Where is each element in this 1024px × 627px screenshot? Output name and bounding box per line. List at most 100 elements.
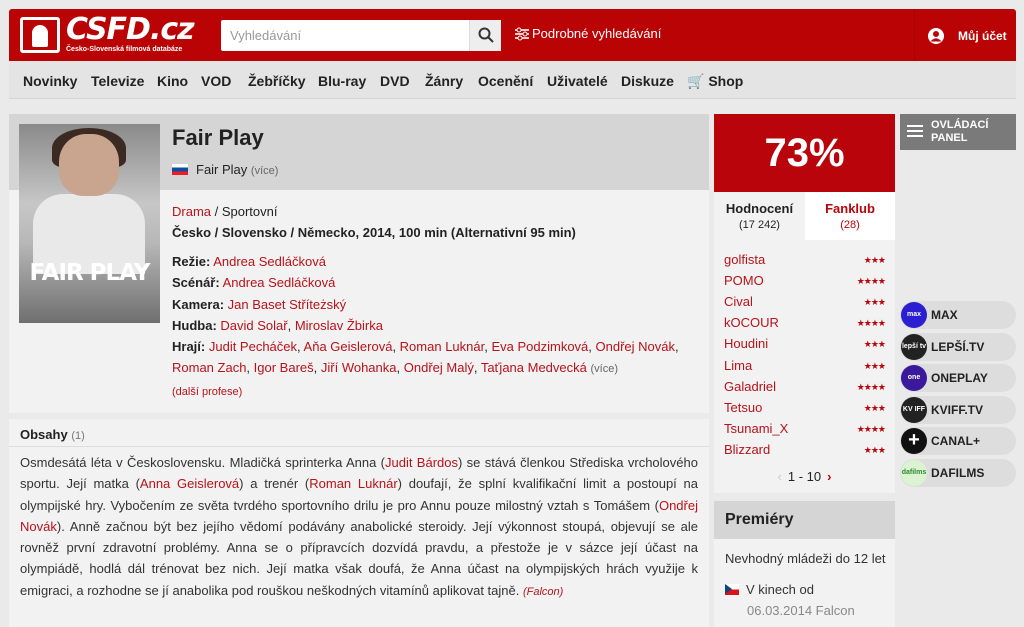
- rating-stars-icon: ★★★: [863, 297, 886, 308]
- vod-dafilms[interactable]: dafilms DAFILMS: [900, 458, 1016, 487]
- rater-name[interactable]: kOCOUR: [724, 315, 779, 330]
- nav-zanry[interactable]: Žánry: [425, 73, 463, 89]
- premiere-box: Premiéry Nevhodný mládeži do 12 let V ki…: [714, 501, 895, 627]
- cast-link[interactable]: Taťjana Medvecká: [481, 360, 587, 375]
- nav-shop-label: Shop: [708, 73, 744, 89]
- rating-stars-icon: ★★★★: [856, 318, 886, 329]
- cinema-label: V kinech od: [746, 582, 814, 597]
- logo-subtitle: Česko-Slovenská filmová databáze: [66, 46, 183, 53]
- vod-name: ONEPLAY: [931, 371, 988, 385]
- account-button[interactable]: Můj účet: [914, 9, 1016, 61]
- writer-link[interactable]: Andrea Sedláčková: [223, 275, 336, 290]
- music-link[interactable]: Miroslav Žbirka: [295, 318, 383, 333]
- premiere-date: 06.03.2014 Falcon: [747, 603, 855, 618]
- camera-label: Kamera:: [172, 297, 225, 312]
- film-title: Fair Play: [172, 125, 264, 150]
- nav-bluray[interactable]: Blu-ray: [318, 73, 366, 89]
- nav-oceneni[interactable]: Ocenění: [478, 73, 533, 89]
- plot-source-link[interactable]: (Falcon): [523, 586, 563, 598]
- next-page-icon[interactable]: ›: [827, 469, 831, 484]
- nav-vod[interactable]: VOD: [201, 73, 231, 89]
- cast-link[interactable]: Aňa Geislerová: [304, 339, 393, 354]
- search-input[interactable]: [221, 20, 469, 51]
- nav-televize[interactable]: Televize: [91, 73, 144, 89]
- search-button[interactable]: [469, 20, 501, 51]
- user-icon: [928, 28, 944, 44]
- music-link[interactable]: David Solař: [220, 318, 287, 333]
- nav-shop[interactable]: 🛒 Shop: [687, 73, 743, 90]
- nav-novinky[interactable]: Novinky: [23, 73, 77, 89]
- rater-name[interactable]: Cival: [724, 294, 753, 309]
- cast-link[interactable]: Eva Podzimková: [491, 339, 588, 354]
- camera-link[interactable]: Jan Baset Stříteżský: [228, 297, 347, 312]
- cast-link[interactable]: Judit Pecháček: [209, 339, 297, 354]
- vod-name: CANAL+: [931, 434, 981, 448]
- prev-page-icon[interactable]: ‹: [778, 469, 782, 484]
- actor-link[interactable]: Judit Bárdos: [385, 455, 458, 470]
- nav-kino[interactable]: Kino: [157, 73, 188, 89]
- czech-flag-icon: [725, 584, 739, 595]
- cast-link[interactable]: Jiří Wohanka: [321, 360, 397, 375]
- site-logo[interactable]: CSFD.cz Česko-Slovenská filmová databáze: [20, 12, 195, 55]
- writer-label: Scénář:: [172, 275, 220, 290]
- rater-name[interactable]: POMO: [724, 273, 764, 288]
- vod-max[interactable]: max MAX: [900, 301, 1016, 329]
- vod-name: LEPŠÍ.TV: [931, 339, 985, 354]
- logo-text: CSFD.cz: [66, 12, 195, 47]
- rater-name[interactable]: Lima: [724, 358, 752, 373]
- vod-oneplay[interactable]: one play ONEPLAY: [900, 364, 1016, 407]
- advanced-search-link[interactable]: Podrobné vyhledávání: [515, 26, 661, 41]
- film-card: FAIR PLAY Fair Play Fair Play (více) Dra…: [9, 114, 709, 413]
- control-panel-button[interactable]: OVLÁDACÍ PANEL: [900, 114, 1016, 150]
- rating-stars-icon: ★★★: [863, 402, 886, 413]
- actor-link[interactable]: Roman Luknár: [309, 476, 397, 491]
- plot-title: Obsahy: [20, 427, 68, 442]
- actor-link[interactable]: Anna Geislerová: [140, 476, 239, 491]
- rating-stars-icon: ★★★★: [856, 381, 886, 392]
- cart-icon: 🛒: [687, 73, 705, 89]
- nav-diskuze[interactable]: Diskuze: [621, 73, 674, 89]
- writer-line: Scénář: Andrea Sedláčková: [172, 272, 335, 293]
- rater-name[interactable]: Blizzard: [724, 442, 770, 457]
- genre-link[interactable]: Drama: [172, 204, 211, 219]
- rating-stars-icon: ★★★★: [856, 423, 886, 434]
- plot-divider: [9, 446, 709, 447]
- cast-link[interactable]: Igor Bareš: [254, 360, 314, 375]
- cast-link[interactable]: Ondřej Novák: [596, 339, 675, 354]
- director-link[interactable]: Andrea Sedláčková: [213, 254, 326, 269]
- alt-title: Fair Play (více): [172, 162, 278, 177]
- rater-name[interactable]: Tsunami_X: [724, 421, 788, 436]
- cast-line: Hrají: Judit Pecháček, Aňa Geislerová, R…: [172, 339, 679, 398]
- vod-kvifftv[interactable]: KV IFF TV KVIFF.TV: [900, 395, 1016, 439]
- age-rating: Nevhodný mládeži do 12 let: [725, 551, 886, 566]
- film-poster[interactable]: FAIR PLAY: [19, 124, 160, 323]
- rater-name[interactable]: Tetsuo: [724, 400, 762, 415]
- plot-heading: Obsahy (1): [20, 427, 85, 442]
- vod-name: DAFILMS: [931, 465, 985, 480]
- cast-link[interactable]: Roman Luknár: [400, 339, 485, 354]
- dafilms-logo-icon: dafilms: [901, 459, 927, 486]
- rating-stars-icon: ★★★: [863, 339, 886, 350]
- cast-link[interactable]: Roman Zach: [172, 360, 246, 375]
- nav-zebricky[interactable]: Žebříčky: [248, 73, 306, 89]
- tab-fanklub-count: (28): [840, 219, 860, 231]
- tab-hodnoceni[interactable]: Hodnocení (17 242): [714, 192, 805, 240]
- rater-name[interactable]: Houdini: [724, 336, 768, 351]
- alt-title-more-link[interactable]: (více): [251, 165, 279, 177]
- nav-uzivatele[interactable]: Uživatelé: [547, 73, 608, 89]
- plot-section: Obsahy (1) Osmdesátá léta v Českoslovens…: [9, 419, 709, 627]
- genre-rest: / Sportovní: [211, 204, 278, 219]
- cast-link[interactable]: Ondřej Malý: [404, 360, 474, 375]
- vod-canal[interactable]: + CANAL+: [900, 427, 1016, 455]
- search-box: [221, 20, 501, 51]
- nav-dvd[interactable]: DVD: [380, 73, 410, 89]
- tab-fanklub[interactable]: Fanklub (28): [805, 192, 895, 240]
- plot-count: (1): [71, 430, 85, 442]
- more-professions-link[interactable]: (další profese): [172, 386, 242, 398]
- rater-name[interactable]: Galadriel: [724, 379, 776, 394]
- header-bar: CSFD.cz Česko-Slovenská filmová databáze…: [9, 9, 1016, 61]
- rating-stars-icon: ★★★: [863, 255, 886, 265]
- vod-leptv[interactable]: lepší tv LEPŠÍ.TV: [900, 332, 1016, 361]
- rater-name[interactable]: golfista: [724, 252, 765, 267]
- cast-more-link[interactable]: (více): [591, 363, 619, 375]
